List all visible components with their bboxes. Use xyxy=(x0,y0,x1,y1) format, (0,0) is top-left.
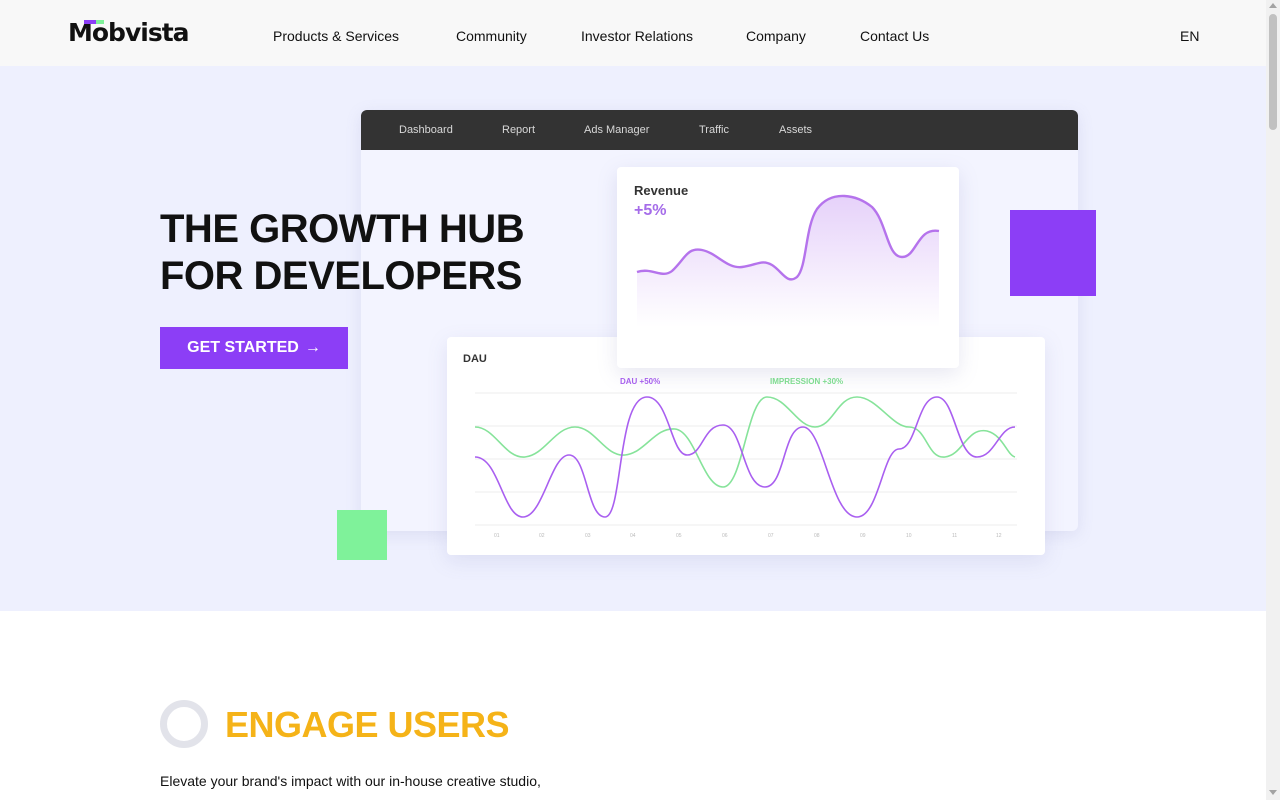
x-tick: 08 xyxy=(814,533,820,539)
site-header: Mobvista Products & Services Community I… xyxy=(0,0,1266,66)
hero-title-line1: THE GROWTH HUB xyxy=(160,207,525,251)
x-tick: 12 xyxy=(996,533,1002,539)
x-tick: 11 xyxy=(952,533,958,539)
get-started-label: GET STARTED xyxy=(187,339,299,356)
nav-community[interactable]: Community xyxy=(456,28,527,44)
revenue-chart xyxy=(636,194,940,327)
revenue-area-fill xyxy=(637,195,939,327)
get-started-button[interactable]: GET STARTED → xyxy=(160,327,348,369)
x-tick: 09 xyxy=(860,533,866,539)
dash-tab-assets[interactable]: Assets xyxy=(779,124,812,136)
scrollbar-thumb[interactable] xyxy=(1269,14,1277,130)
page-scrollbar[interactable] xyxy=(1266,0,1280,800)
decorative-purple-square xyxy=(1010,210,1096,296)
x-tick: 06 xyxy=(722,533,728,539)
dau-series-line xyxy=(474,396,1016,518)
decorative-green-square xyxy=(337,510,387,560)
x-tick: 01 xyxy=(494,533,500,539)
dash-tab-traffic[interactable]: Traffic xyxy=(699,124,729,136)
dash-tab-ads-manager[interactable]: Ads Manager xyxy=(584,124,649,136)
dash-tab-dashboard[interactable]: Dashboard xyxy=(399,124,453,136)
nav-company[interactable]: Company xyxy=(746,28,806,44)
x-tick: 07 xyxy=(768,533,774,539)
nav-products-services[interactable]: Products & Services xyxy=(273,28,399,44)
arrow-right-icon: → xyxy=(304,339,321,356)
nav-investor-relations[interactable]: Investor Relations xyxy=(581,28,693,44)
logo-accent-icon xyxy=(84,20,104,24)
x-tick: 03 xyxy=(585,533,591,539)
language-selector[interactable]: EN xyxy=(1180,28,1199,44)
x-tick: 10 xyxy=(906,533,912,539)
scroll-down-icon[interactable] xyxy=(1269,790,1277,795)
dau-chart xyxy=(474,392,1017,526)
x-tick: 04 xyxy=(630,533,636,539)
revenue-chart-card: Revenue +5% xyxy=(617,167,959,368)
x-tick: 02 xyxy=(539,533,545,539)
x-tick: 05 xyxy=(676,533,682,539)
engage-ring-icon xyxy=(160,700,208,748)
hero-title-line2: FOR DEVELOPERS xyxy=(160,254,522,298)
dash-tab-report[interactable]: Report xyxy=(502,124,535,136)
dashboard-tab-bar: Dashboard Report Ads Manager Traffic Ass… xyxy=(361,110,1078,150)
dau-chart-card: DAU DAU +50% IMPRESSION +30% 01 02 03 04… xyxy=(447,337,1045,555)
impression-series-line xyxy=(474,396,1016,488)
nav-contact-us[interactable]: Contact Us xyxy=(860,28,929,44)
hero-title: THE GROWTH HUB FOR DEVELOPERS xyxy=(160,206,525,300)
engage-users-title: ENGAGE USERS xyxy=(225,704,510,745)
engage-description: Elevate your brand's impact with our in-… xyxy=(160,773,541,789)
scroll-up-icon[interactable] xyxy=(1269,3,1277,8)
